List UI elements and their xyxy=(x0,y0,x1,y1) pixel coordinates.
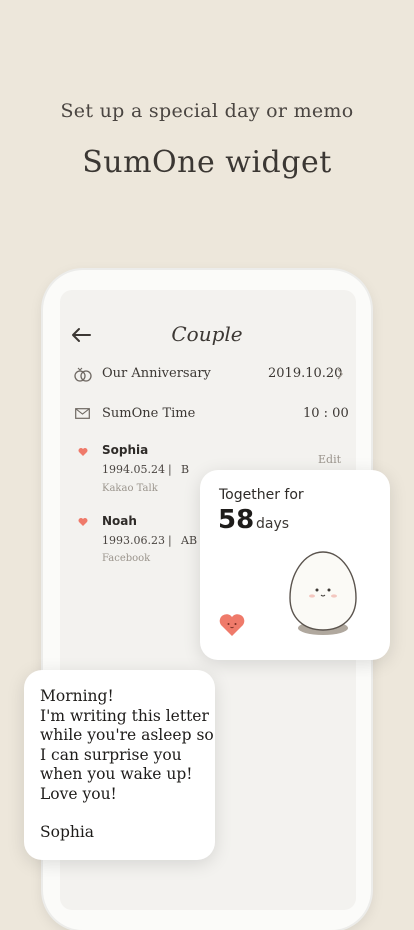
letter-line: while you're asleep so xyxy=(40,726,214,744)
info-separator: | xyxy=(168,534,172,547)
info-separator: | xyxy=(168,463,172,476)
person-name: Sophia xyxy=(102,443,149,457)
sumone-time-label: SumOne Time xyxy=(102,406,196,421)
rings-icon xyxy=(74,367,92,382)
couple-title: Couple xyxy=(171,322,243,346)
days-count: 58 xyxy=(218,505,255,535)
mail-icon xyxy=(75,408,90,419)
letter-line: when you wake up! xyxy=(40,765,193,783)
letter-line: Morning! xyxy=(40,687,114,705)
anniversary-label: Our Anniversary xyxy=(102,366,211,381)
heart-icon xyxy=(78,448,88,456)
person-blood-type: B xyxy=(181,463,190,476)
letter-line: I'm writing this letter xyxy=(40,706,209,725)
person-source: Kakao Talk xyxy=(102,483,158,494)
days-unit: days xyxy=(256,516,290,532)
person-blood-type: AB xyxy=(181,534,198,547)
person-birthdate: 1994.05.24 xyxy=(102,463,165,476)
heart-icon xyxy=(78,518,88,526)
letter-line: Love you! xyxy=(40,784,117,803)
egg-character-icon xyxy=(289,551,357,635)
letter-signature: Sophia xyxy=(40,823,95,841)
sumone-time-value[interactable]: 10 : 00 xyxy=(303,406,349,421)
together-label: Together for xyxy=(219,487,304,503)
letter-line: I can surprise you xyxy=(40,745,182,764)
heart-face-icon xyxy=(219,614,245,636)
person-birthdate: 1993.06.23 xyxy=(102,534,165,547)
chevron-right-icon[interactable] xyxy=(336,368,344,380)
person-source: Facebook xyxy=(102,553,151,564)
anniversary-date[interactable]: 2019.10.20 xyxy=(268,366,342,381)
subtitle: Set up a special day or memo xyxy=(60,100,354,122)
edit-button[interactable]: Edit xyxy=(318,453,341,466)
page-title: SumOne widget xyxy=(82,145,332,180)
person-name: Noah xyxy=(102,514,137,528)
